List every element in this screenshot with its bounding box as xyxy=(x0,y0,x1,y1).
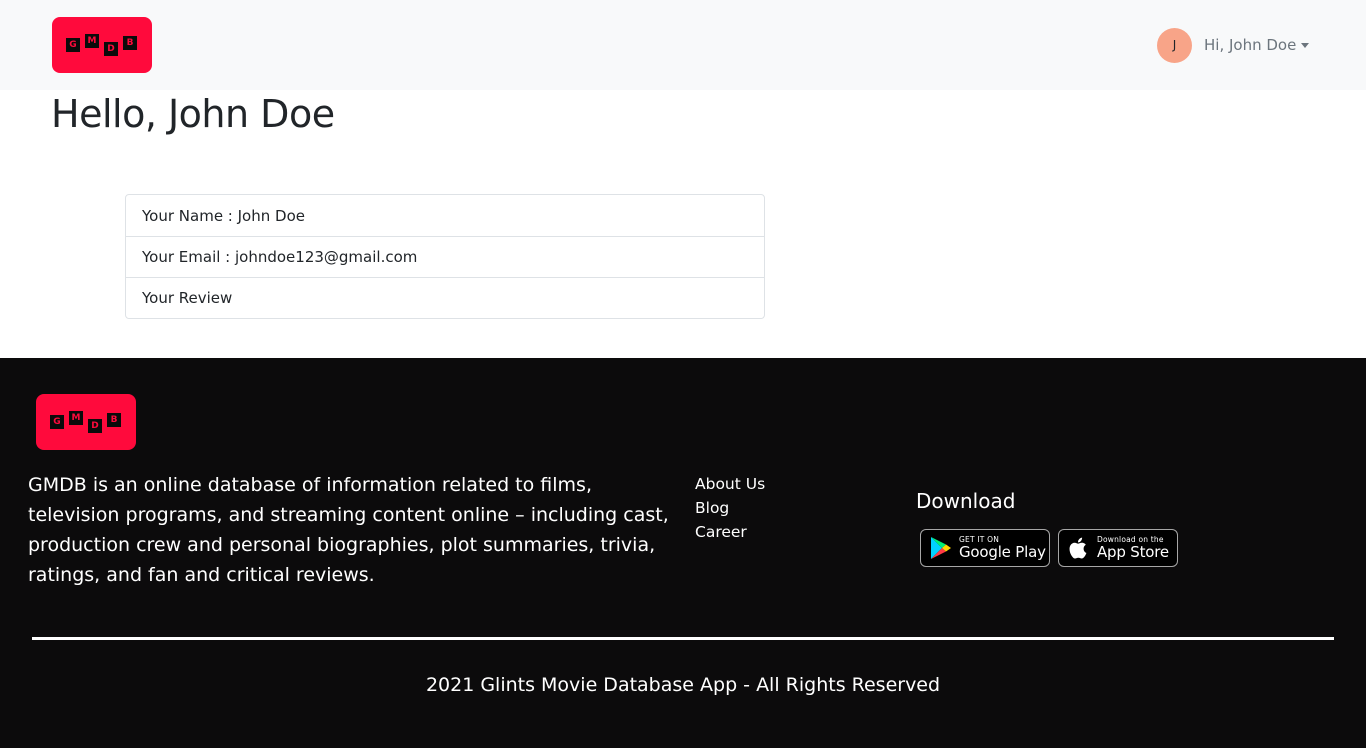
footer-link-blog[interactable]: Blog xyxy=(695,496,765,520)
caret-down-icon xyxy=(1301,42,1310,48)
profile-info-list: Your Name : John Doe Your Email : johndo… xyxy=(125,194,765,319)
download-heading: Download xyxy=(916,489,1016,513)
logo-letter-m: M xyxy=(85,34,99,48)
footer-description: GMDB is an online database of informatio… xyxy=(28,474,669,586)
logo-letter-d: D xyxy=(88,419,102,433)
google-play-big-text: Google Play xyxy=(959,543,1046,562)
footer-link-about-us[interactable]: About Us xyxy=(695,472,765,496)
copyright-text: 2021 Glints Movie Database App - All Rig… xyxy=(425,674,941,696)
page-title: Hello, John Doe xyxy=(51,92,335,136)
user-menu-dropdown[interactable]: J Hi, John Doe xyxy=(1157,27,1310,63)
footer-gmdb-logo[interactable]: G M D B xyxy=(36,394,136,450)
footer: G M D B GMDB is an online database of in… xyxy=(0,358,1366,748)
logo-letter-g: G xyxy=(66,38,80,52)
footer-links: About Us Blog Career xyxy=(695,472,765,544)
app-store-small-text: Download on the xyxy=(1097,534,1164,544)
google-play-icon xyxy=(929,535,953,561)
apple-icon xyxy=(1067,535,1091,561)
profile-name-item: Your Name : John Doe xyxy=(142,206,305,225)
avatar: J xyxy=(1157,27,1192,63)
profile-email-item: Your Email : johndoe123@gmail.com xyxy=(126,236,764,277)
footer-link-career[interactable]: Career xyxy=(695,520,765,544)
google-play-badge[interactable]: GET IT ON Google Play xyxy=(920,529,1050,567)
logo-letter-m: M xyxy=(69,411,83,425)
user-greeting: Hi, John Doe xyxy=(1204,36,1297,54)
logo-letter-g: G xyxy=(50,415,64,429)
gmdb-logo[interactable]: G M D B xyxy=(52,17,152,73)
profile-review-item[interactable]: Your Review xyxy=(126,277,764,318)
logo-letter-d: D xyxy=(104,42,118,56)
navbar: G M D B J Hi, John Doe xyxy=(0,0,1366,90)
google-play-small-text: GET IT ON xyxy=(959,534,1000,544)
app-store-big-text: App Store xyxy=(1097,543,1169,562)
logo-letter-b: B xyxy=(107,413,121,427)
footer-divider xyxy=(32,637,1334,640)
app-store-badge[interactable]: Download on the App Store xyxy=(1058,529,1178,567)
logo-letter-b: B xyxy=(123,36,137,50)
